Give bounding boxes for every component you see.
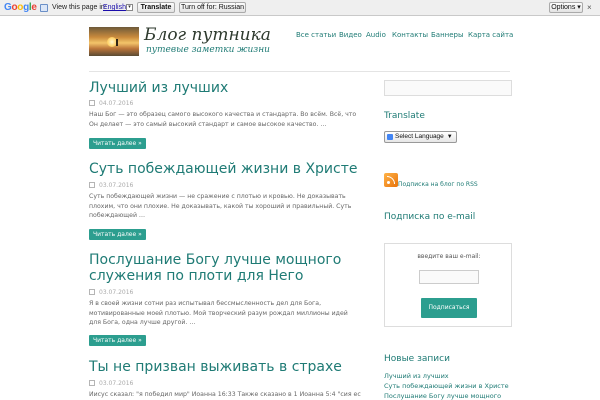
recent-post-link[interactable]: Лучший из лучших [384,372,449,380]
nav-video[interactable]: Видео [339,31,362,39]
traveler-icon [116,39,118,46]
nav-banners[interactable]: Баннеры [431,31,464,39]
subscribe-button[interactable]: Подписаться [421,298,477,318]
read-more-button[interactable]: Читать далее » [89,335,146,346]
post-date: 04.07.2016 [89,100,133,107]
nav-audio[interactable]: Audio [366,31,386,39]
email-field[interactable] [419,270,479,284]
google-mini-icon [387,134,393,140]
read-more-button[interactable]: Читать далее » [89,138,146,149]
header-divider [89,71,510,72]
post-date: 03.07.2016 [89,380,133,387]
nav-sitemap[interactable]: Карта сайта [468,31,513,39]
post-date-text: 03.07.2016 [99,380,134,387]
site-logo-image[interactable] [89,27,139,56]
calendar-icon [89,182,95,188]
calendar-icon [89,100,95,106]
language-link[interactable]: English [103,4,126,12]
post-title-line-2[interactable]: служения по плоти для Него [89,268,303,285]
close-icon[interactable]: × [587,3,592,12]
translate-widget-title: Translate [384,111,425,121]
recent-post-link[interactable]: Суть побеждающей жизни в Христе [384,382,509,390]
turn-off-button[interactable]: Turn off for: Russian [179,2,246,13]
email-subscribe-box: введите ваш e-mail: Подписаться [384,243,512,327]
translate-button[interactable]: Translate [137,2,175,13]
post-title[interactable]: Лучший из лучших [89,80,228,97]
rss-icon[interactable] [384,173,398,187]
site-tagline: путевые заметки жизни [146,45,270,55]
post-date: 03.07.2016 [89,182,133,189]
post-title-line-1[interactable]: Послушание Богу лучше мощного [89,252,341,269]
view-page-text: View this page in: [52,4,107,11]
language-select-label: Select Language [395,133,444,140]
page-icon [40,4,48,12]
post-excerpt: Я в своей жизни сотни раз испытывал бесс… [89,300,348,326]
read-more-button[interactable]: Читать далее » [89,229,146,240]
recent-post-link[interactable]: Послушание Богу лучше мощного [384,392,501,400]
site-title[interactable]: Блог путника [144,26,271,44]
logo-letter: e [31,2,37,13]
email-label: введите ваш e-mail: [417,253,481,260]
post-excerpt: Суть побеждающей жизни — не сражение с п… [89,193,352,219]
language-select[interactable]: Select Language ▼ [384,131,457,143]
recent-posts-title: Новые записи [384,354,450,364]
search-input[interactable] [384,80,512,96]
post-title[interactable]: Ты не призван выживать в страхе [89,359,342,376]
nav-contacts[interactable]: Контакты [392,31,428,39]
nav-all-articles[interactable]: Все статьи [296,31,336,39]
google-logo: Google [4,2,37,13]
chevron-down-icon: ▼ [446,134,453,140]
post-date-text: 03.07.2016 [99,182,134,189]
translate-bar: Google View this page in: English ▾ Tran… [0,0,600,16]
options-button[interactable]: Options ▾ [549,2,583,13]
post-excerpt: Наш Бог — это образец самого высокого ка… [89,111,357,128]
post-title[interactable]: Суть побеждающей жизни в Христе [89,161,358,178]
rss-subscribe-link[interactable]: Подписка на блог по RSS [398,181,478,188]
post-date: 03.07.2016 [89,289,133,296]
email-widget-title: Подписка по e-mail [384,212,476,222]
chevron-down-icon[interactable]: ▾ [126,4,133,11]
post-date-text: 04.07.2016 [99,100,134,107]
post-date-text: 03.07.2016 [99,289,134,296]
calendar-icon [89,289,95,295]
calendar-icon [89,380,95,386]
post-excerpt: Иисус сказал: "я победил мир" Иоанна 16:… [89,391,361,398]
